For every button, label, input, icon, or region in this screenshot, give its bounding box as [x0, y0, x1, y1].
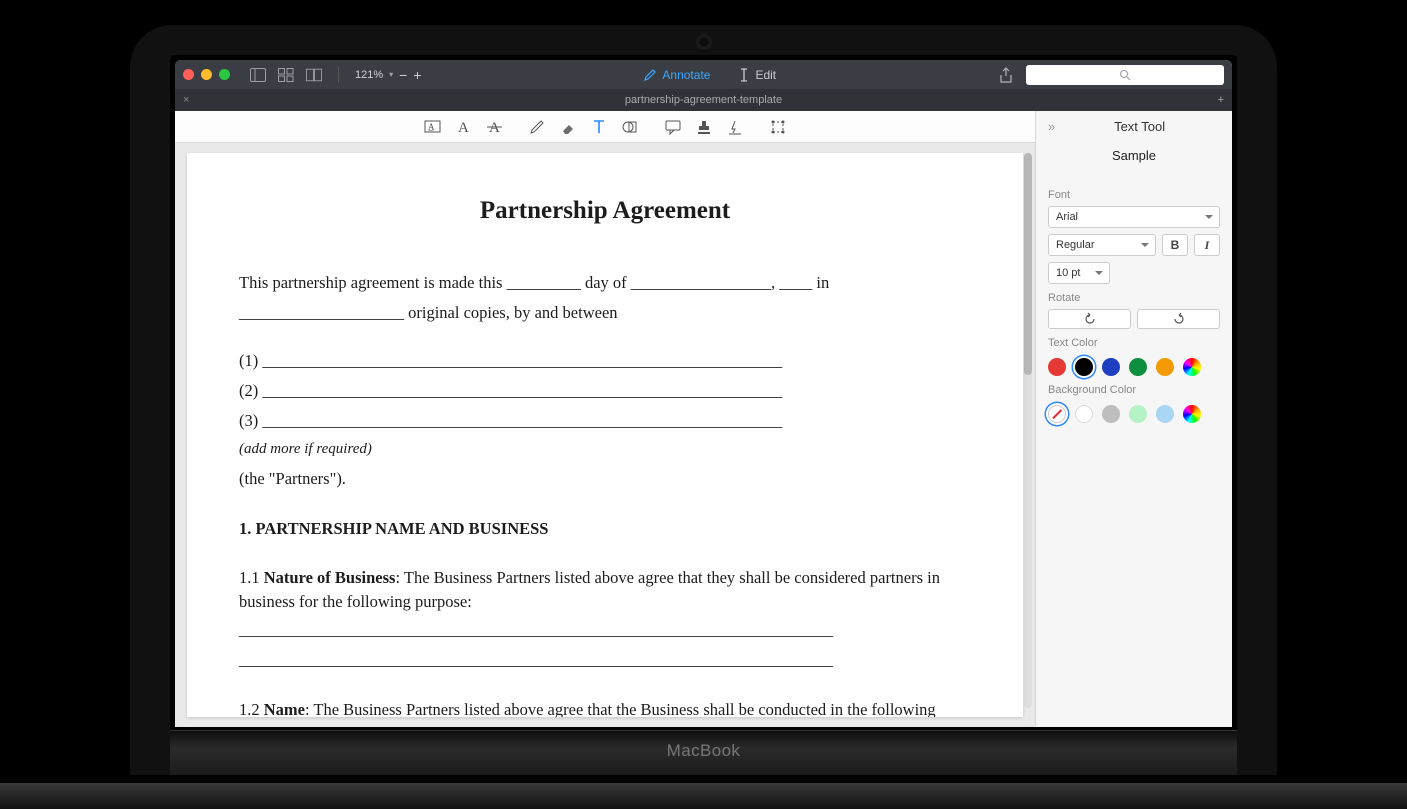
text-color-green[interactable]: [1129, 358, 1147, 376]
bold-button[interactable]: B: [1162, 234, 1188, 256]
laptop-hinge: MacBook: [170, 730, 1237, 775]
zoom-control: 121% ▾ − +: [355, 67, 422, 83]
zoom-in-button[interactable]: +: [413, 67, 421, 83]
share-icon: [999, 67, 1013, 83]
text-cursor-icon: [738, 68, 750, 82]
text-color-red[interactable]: [1048, 358, 1066, 376]
clause-1-1: 1.1 Nature of Business: The Business Par…: [239, 566, 971, 614]
thumbnails-icon[interactable]: [278, 67, 294, 83]
the-partners: (the "Partners").: [239, 467, 971, 491]
zoom-out-button[interactable]: −: [399, 67, 407, 83]
titlebar: 121% ▾ − + Annotate Edit: [175, 60, 1232, 89]
shape-tool-icon[interactable]: [622, 118, 639, 135]
rotate-ccw-button[interactable]: [1048, 309, 1131, 329]
zoom-dropdown-icon[interactable]: ▾: [389, 70, 393, 79]
share-button[interactable]: [998, 67, 1014, 83]
partner-line-2: (2) ____________________________________…: [239, 379, 971, 403]
camera-dot: [699, 37, 709, 47]
bg-color-lightgreen[interactable]: [1129, 405, 1147, 423]
highlight-tool-icon[interactable]: A: [455, 118, 472, 135]
annotate-label: Annotate: [662, 68, 710, 82]
zoom-value[interactable]: 121%: [355, 69, 383, 81]
text-color-black[interactable]: [1075, 358, 1093, 376]
laptop-label: MacBook: [667, 741, 741, 761]
text-color-orange[interactable]: [1156, 358, 1174, 376]
sidebar-title: Text Tool: [1059, 119, 1220, 134]
font-size-select[interactable]: 10 pt: [1048, 262, 1110, 284]
svg-text:A: A: [458, 120, 469, 135]
stamp-tool-icon[interactable]: [696, 118, 713, 135]
window-minimize-button[interactable]: [201, 69, 212, 80]
eraser-tool-icon[interactable]: [560, 118, 577, 135]
tab-bar: × partnership-agreement-template +: [175, 89, 1232, 111]
italic-button[interactable]: I: [1194, 234, 1220, 256]
laptop-frame: 121% ▾ − + Annotate Edit: [130, 25, 1277, 775]
sample-preview: Sample: [1048, 148, 1220, 163]
signature-tool-icon[interactable]: [727, 118, 744, 135]
edit-label: Edit: [755, 68, 776, 82]
collapse-sidebar-button[interactable]: »: [1048, 119, 1055, 134]
font-weight-select[interactable]: Regular: [1048, 234, 1156, 256]
rotate-ccw-icon: [1083, 312, 1097, 326]
laptop-base: [0, 783, 1407, 809]
clause-1-2: 1.2 Name: The Business Partners listed a…: [239, 698, 971, 717]
bg-color-lightblue[interactable]: [1156, 405, 1174, 423]
annotate-mode-button[interactable]: Annotate: [635, 60, 718, 89]
text-color-label: Text Color: [1048, 337, 1220, 349]
text-color-blue[interactable]: [1102, 358, 1120, 376]
strike-tool-icon[interactable]: A: [486, 118, 503, 135]
window-maximize-button[interactable]: [219, 69, 230, 80]
bg-color-swatches: [1048, 405, 1220, 423]
app-window: 121% ▾ − + Annotate Edit: [175, 60, 1232, 727]
textbox-tool-icon[interactable]: A̲: [424, 118, 441, 135]
window-close-button[interactable]: [183, 69, 194, 80]
bg-color-white[interactable]: [1075, 405, 1093, 423]
text-color-custom[interactable]: [1183, 358, 1201, 376]
document-area: A̲ A A: [175, 111, 1035, 727]
text-color-swatches: [1048, 358, 1220, 376]
font-family-select[interactable]: Arial: [1048, 206, 1220, 228]
partner-line-3: (3) ____________________________________…: [239, 409, 971, 433]
document-title: Partnership Agreement: [239, 193, 971, 229]
comment-tool-icon[interactable]: [665, 118, 682, 135]
tab-title[interactable]: partnership-agreement-template: [197, 94, 1209, 106]
blank-line-a: ________________________________________…: [239, 618, 971, 642]
window-controls: [183, 69, 230, 80]
search-field[interactable]: [1026, 65, 1224, 85]
text-tool-icon[interactable]: [591, 118, 608, 135]
toolbar-separator: [338, 67, 339, 83]
background-color-label: Background Color: [1048, 384, 1220, 396]
bg-color-custom[interactable]: [1183, 405, 1201, 423]
edit-mode-button[interactable]: Edit: [730, 60, 784, 89]
document-canvas: Partnership Agreement This partnership a…: [175, 143, 1035, 727]
bg-color-gray[interactable]: [1102, 405, 1120, 423]
blank-line-b: ________________________________________…: [239, 648, 971, 672]
section-1-heading: 1. PARTNERSHIP NAME AND BUSINESS: [239, 517, 971, 541]
crop-tool-icon[interactable]: [770, 118, 787, 135]
tab-close-button[interactable]: ×: [175, 94, 197, 106]
search-icon: [1119, 69, 1131, 81]
partner-line-1: (1) ____________________________________…: [239, 349, 971, 373]
pencil-tool-icon[interactable]: [529, 118, 546, 135]
svg-text:A̲: A̲: [428, 122, 435, 132]
rotate-cw-button[interactable]: [1137, 309, 1220, 329]
add-more-note: (add more if required): [239, 439, 971, 461]
rotate-label: Rotate: [1048, 292, 1220, 304]
rotate-cw-icon: [1172, 312, 1186, 326]
new-tab-button[interactable]: +: [1210, 94, 1232, 106]
two-page-icon[interactable]: [306, 67, 322, 83]
screen: 121% ▾ − + Annotate Edit: [170, 55, 1237, 775]
vertical-scrollbar[interactable]: [1024, 153, 1032, 708]
app-body: A̲ A A: [175, 111, 1232, 727]
inspector-sidebar: » Text Tool Sample Font Arial Regular B …: [1035, 111, 1232, 727]
intro-line-1: This partnership agreement is made this …: [239, 271, 971, 295]
sidebar-toggle-icon[interactable]: [250, 67, 266, 83]
annotation-toolbar: A̲ A A: [175, 111, 1035, 143]
font-label: Font: [1048, 189, 1220, 201]
annotate-icon: [643, 68, 657, 82]
bg-color-none[interactable]: [1048, 405, 1066, 423]
intro-line-2: ____________________ original copies, by…: [239, 301, 971, 325]
document-page[interactable]: Partnership Agreement This partnership a…: [187, 153, 1023, 717]
